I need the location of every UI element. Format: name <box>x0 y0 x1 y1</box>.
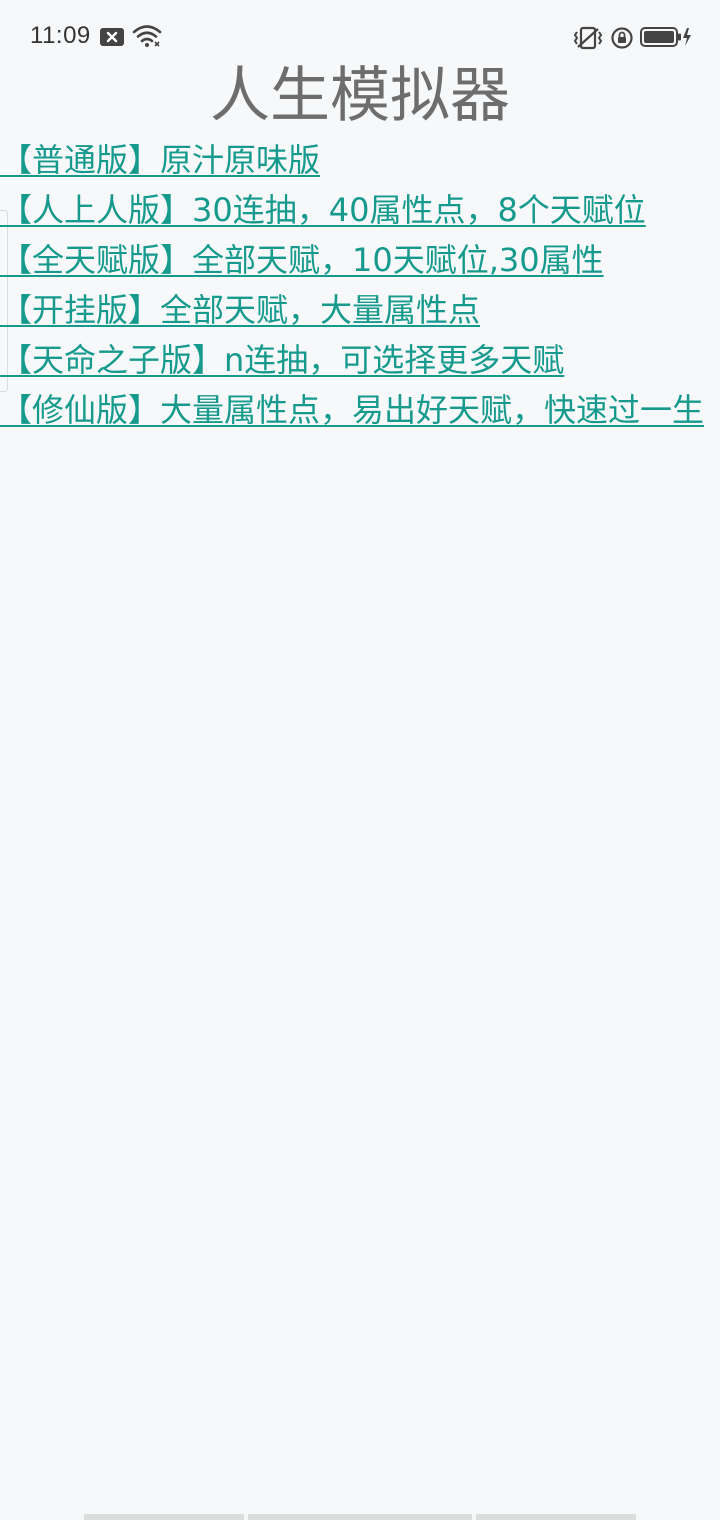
version-link-all-talents[interactable]: 【全天赋版】全部天赋，10天赋位,30属性 <box>0 236 712 284</box>
status-time: 11:09 <box>30 22 91 49</box>
version-link-chosen-one[interactable]: 【天命之子版】n连抽，可选择更多天赋 <box>0 336 712 384</box>
version-link-normal[interactable]: 【普通版】原汁原味版 <box>0 136 712 184</box>
orientation-lock-icon <box>611 27 633 49</box>
version-link-elite[interactable]: 【人上人版】30连抽，40属性点，8个天赋位 <box>0 186 712 234</box>
notification-close-icon <box>100 28 124 46</box>
version-link-cultivation[interactable]: 【修仙版】大量属性点，易出好天赋，快速过一生 <box>0 386 712 434</box>
version-link-cheat[interactable]: 【开挂版】全部天赋，大量属性点 <box>0 286 712 334</box>
bottom-nav-segment-center[interactable] <box>248 1514 472 1520</box>
version-list: 【普通版】原汁原味版 【人上人版】30连抽，40属性点，8个天赋位 【全天赋版】… <box>0 136 712 436</box>
app-screen: 11:09 人生模拟器 【普通版】原汁原味版 【人上人版】30连抽，40属性点，… <box>0 0 720 1520</box>
wifi-icon <box>132 25 162 47</box>
page-title: 人生模拟器 <box>210 61 510 131</box>
battery-charging-icon <box>640 27 691 47</box>
bottom-nav-segment-left[interactable] <box>84 1514 244 1520</box>
vibrate-icon <box>573 26 603 50</box>
bottom-nav-bar <box>0 1514 720 1520</box>
bottom-nav-segment-right[interactable] <box>476 1514 636 1520</box>
